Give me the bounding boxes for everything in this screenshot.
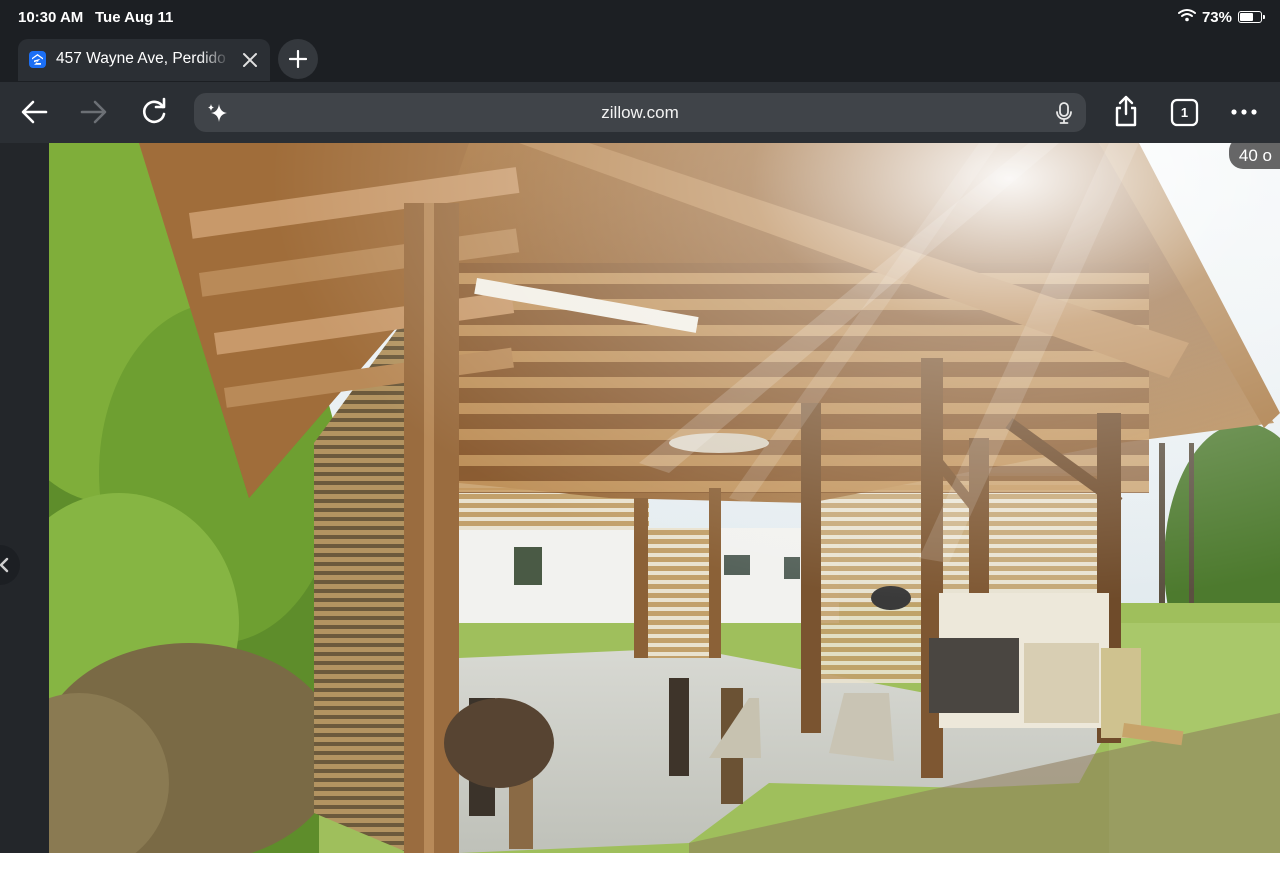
wifi-icon [1177, 8, 1196, 26]
tab-strip: 457 Wayne Ave, Perdido [0, 34, 1280, 82]
battery-icon [1238, 11, 1265, 23]
share-icon[interactable] [1110, 94, 1142, 127]
more-options-icon[interactable] [1228, 96, 1260, 128]
battery-fill [1240, 13, 1253, 21]
address-bar[interactable]: zillow.com [194, 93, 1086, 132]
status-date: Tue Aug 11 [95, 9, 174, 26]
status-time: 10:30 AM [18, 9, 84, 26]
tab-count-icon[interactable]: 1 [1169, 97, 1201, 129]
left-page-margin [0, 143, 49, 853]
back-arrow-icon[interactable] [18, 96, 50, 128]
photo-illustration [49, 143, 1280, 853]
reload-icon[interactable] [138, 96, 170, 128]
status-bar: 10:30 AM Tue Aug 11 73% [0, 0, 1280, 34]
new-tab-button[interactable] [278, 39, 318, 79]
chevron-left-icon [0, 557, 9, 573]
forward-arrow-icon[interactable] [78, 96, 110, 128]
zillow-logo-icon [29, 51, 46, 68]
browser-chrome: 10:30 AM Tue Aug 11 73% 457 Wayne Ave, P… [0, 0, 1280, 143]
tab-title: 457 Wayne Ave, Perdido [56, 50, 226, 67]
toolbar: zillow.com 1 [0, 82, 1280, 143]
microphone-icon[interactable] [1054, 101, 1074, 130]
property-photo[interactable]: 40 o [49, 143, 1280, 853]
tab-count: 1 [1180, 105, 1189, 120]
status-indicators: 73% [1177, 8, 1265, 26]
battery-percent: 73% [1201, 8, 1232, 26]
close-icon[interactable] [240, 50, 260, 70]
previous-photo-button[interactable] [0, 545, 20, 585]
plus-icon [289, 50, 307, 68]
tab-active[interactable]: 457 Wayne Ave, Perdido [18, 39, 270, 81]
address-text: zillow.com [601, 103, 679, 122]
photo-counter: 40 o [1228, 143, 1280, 169]
page-bottom-area [0, 853, 1280, 889]
